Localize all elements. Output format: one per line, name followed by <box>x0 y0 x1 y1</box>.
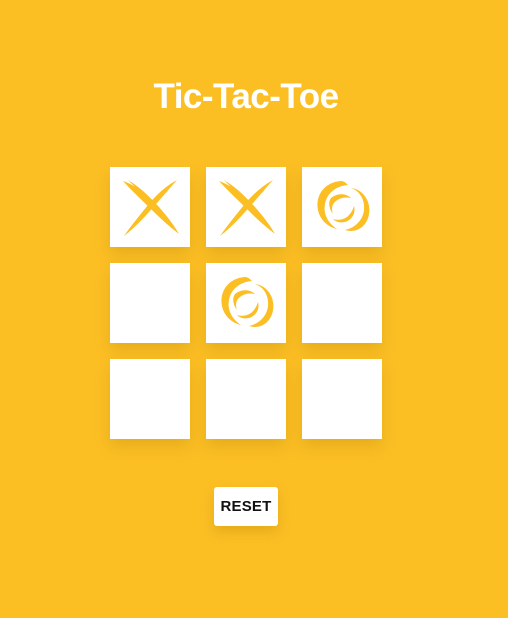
board-cell-5[interactable] <box>206 263 286 343</box>
o-mark-icon <box>311 176 373 238</box>
board-cell-1[interactable] <box>110 167 190 247</box>
board-cell-7[interactable] <box>110 359 190 439</box>
board-cell-3[interactable] <box>302 167 382 247</box>
o-mark-icon <box>215 272 277 334</box>
board-cell-9[interactable] <box>302 359 382 439</box>
board-cell-4[interactable] <box>110 263 190 343</box>
board-cell-6[interactable] <box>302 263 382 343</box>
reset-button[interactable]: RESET <box>214 487 278 526</box>
board-cell-2[interactable] <box>206 167 286 247</box>
page-title: Tic-Tac-Toe <box>153 77 339 116</box>
game-board <box>110 167 382 439</box>
x-mark-icon <box>215 176 277 238</box>
board-cell-8[interactable] <box>206 359 286 439</box>
x-mark-icon <box>119 176 181 238</box>
